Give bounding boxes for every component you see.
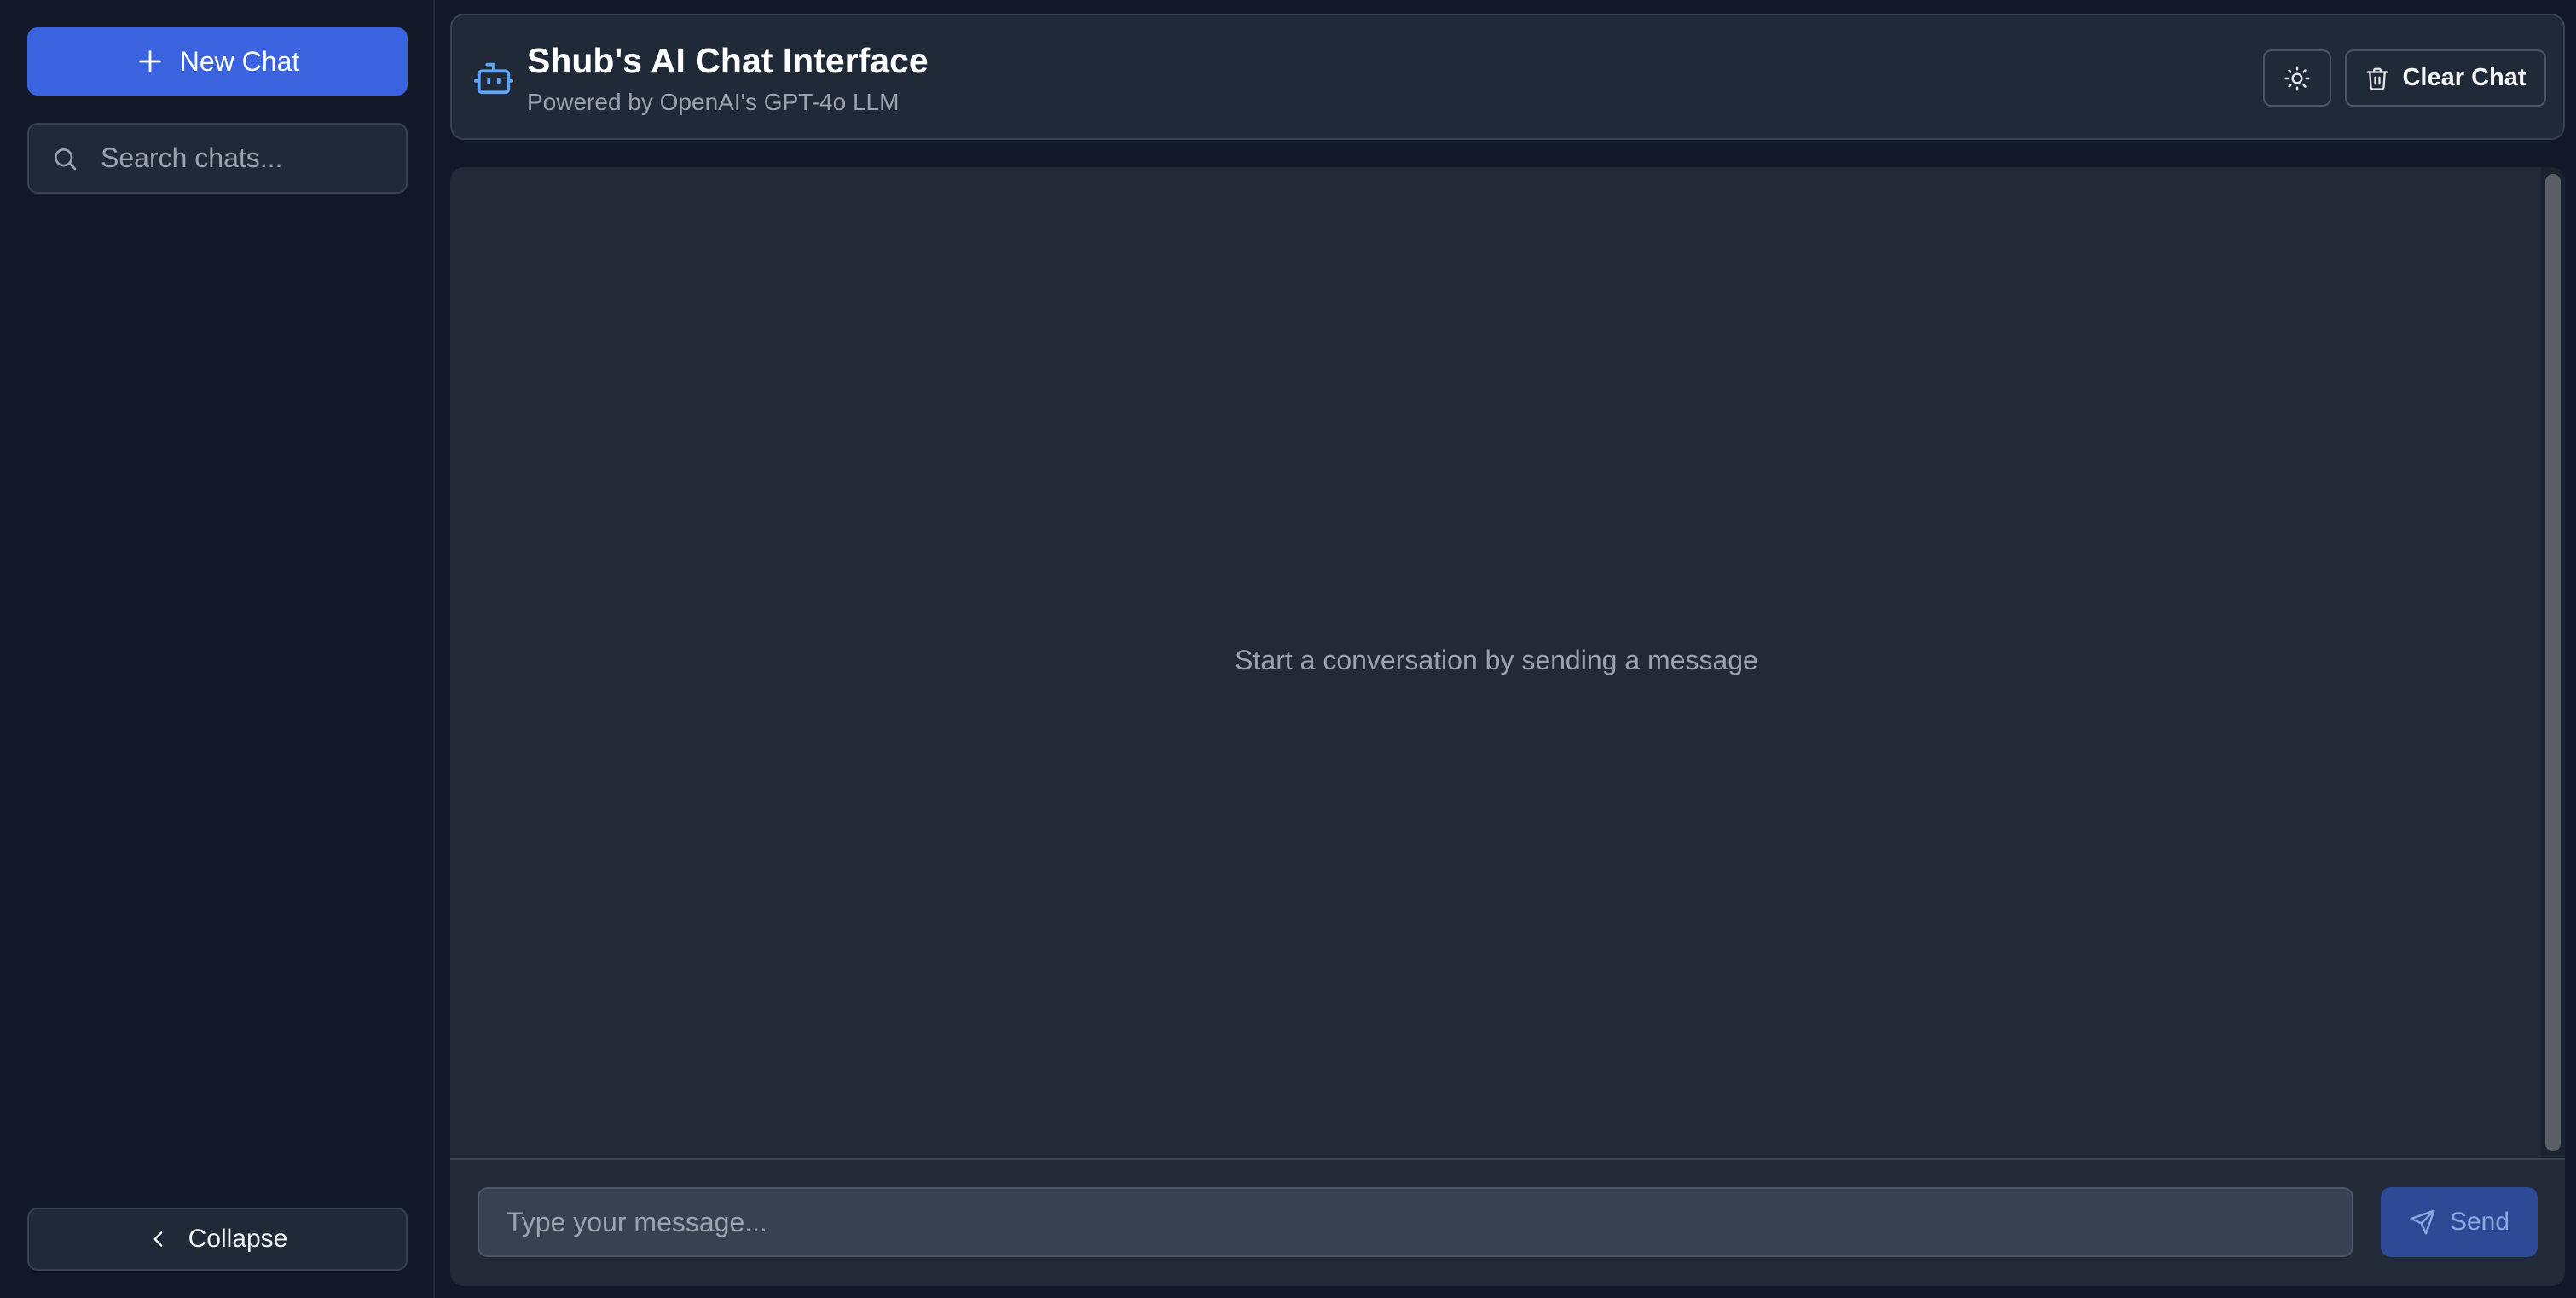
chevron-left-icon xyxy=(153,1231,163,1247)
plus-icon xyxy=(139,50,161,72)
chat-panel: Start a conversation by sending a messag… xyxy=(450,167,2565,1286)
new-chat-button[interactable]: New Chat xyxy=(27,27,408,96)
send-button[interactable]: Send xyxy=(2381,1187,2538,1257)
composer-divider xyxy=(450,1158,2565,1160)
send-icon xyxy=(2410,1209,2435,1235)
page-subtitle: Powered by OpenAI's GPT-4o LLM xyxy=(527,89,900,115)
app-root: New Chat Collapse Shub's AI Chat Interfa… xyxy=(0,0,2576,1298)
bot-icon xyxy=(474,62,513,95)
collapse-label: Collapse xyxy=(188,1225,288,1253)
clear-chat-label: Clear Chat xyxy=(2402,64,2527,91)
send-label: Send xyxy=(2449,1208,2510,1236)
message-input[interactable] xyxy=(478,1187,2353,1257)
theme-toggle-button[interactable] xyxy=(2263,49,2331,107)
scrollbar-thumb[interactable] xyxy=(2545,174,2561,1151)
scrollbar[interactable] xyxy=(2541,167,2565,1158)
empty-state-message: Start a conversation by sending a messag… xyxy=(1235,645,1758,675)
page-title: Shub's AI Chat Interface xyxy=(527,41,929,80)
clear-chat-button[interactable]: Clear Chat xyxy=(2345,49,2546,107)
sidebar: New Chat Collapse xyxy=(0,0,459,1298)
chat-header: Shub's AI Chat Interface Powered by Open… xyxy=(450,14,2565,140)
search-field[interactable] xyxy=(27,123,459,194)
message-list[interactable]: Start a conversation by sending a messag… xyxy=(450,167,2543,1158)
new-chat-label: New Chat xyxy=(179,45,300,77)
trash-icon xyxy=(2367,67,2388,90)
collapse-button[interactable]: Collapse xyxy=(27,1208,408,1271)
sun-icon xyxy=(2284,65,2310,91)
search-icon xyxy=(55,148,77,170)
search-input[interactable] xyxy=(101,142,459,174)
